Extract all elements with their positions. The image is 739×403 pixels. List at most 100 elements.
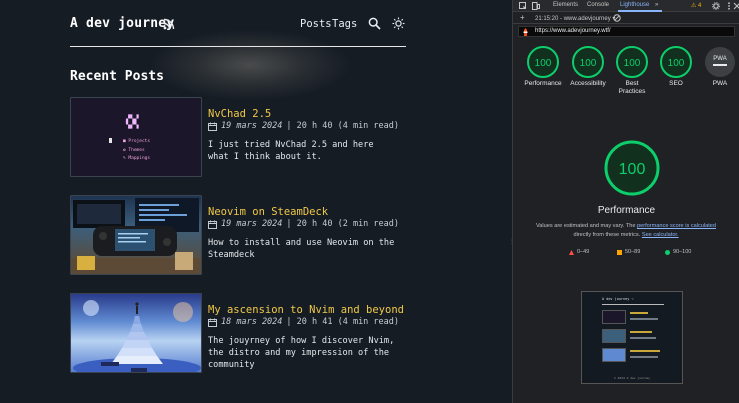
tab-lighthouse[interactable]: Lighthouse (620, 2, 649, 8)
post-description: How to install and use Neovim on the Ste… (208, 238, 395, 260)
nav-tags-link[interactable]: Tags (332, 18, 357, 30)
score-ring: 100 (572, 46, 604, 78)
mini-thumb (602, 310, 626, 324)
legend-fail: 0–49 (569, 249, 589, 255)
close-icon[interactable] (733, 2, 739, 10)
post-date: 19 mars 2024 (221, 121, 283, 131)
performance-score-large: 100 (619, 161, 646, 178)
tab-elements[interactable]: Elements (553, 2, 578, 8)
post-card[interactable]: ▞▚▞ ▚▞▚ ■ Projects ✿ Themes ✎ Mappings Nv… (70, 97, 510, 177)
score-calculation-link[interactable]: performance score is calculated (637, 223, 716, 229)
post-time-readtime: | 20 h 40 (2 min read) (286, 219, 400, 229)
nav-posts-link[interactable]: Posts (300, 18, 332, 30)
score-ring: 100 (616, 46, 648, 78)
score-ring: 100 (527, 46, 559, 78)
cursor-block (109, 138, 112, 143)
score-gauges: 100 Performance 100 Accessibility 100 Best Pr… (513, 44, 739, 104)
calendar-icon (208, 220, 217, 229)
tab-console[interactable]: Console (587, 2, 609, 8)
triangle-icon (569, 249, 574, 255)
thumb-menu-item: ✿ Themes (123, 147, 145, 153)
search-icon[interactable] (368, 17, 381, 30)
performance-heading: Performance (597, 205, 656, 216)
sun-icon[interactable] (392, 17, 405, 30)
score-value: 100 (535, 58, 552, 69)
thumb-menu-item: ✎ Mappings (123, 156, 151, 161)
post-title[interactable]: NvChad 2.5 (208, 108, 271, 120)
legend-label: 50–89 (625, 249, 641, 255)
mini-line (630, 331, 652, 333)
mini-thumb (602, 348, 626, 362)
report-selector[interactable]: 21:15:20 - www.adevjourney ▾ (535, 15, 615, 22)
warning-counter[interactable]: ⚠ 4 (691, 2, 701, 9)
post-card[interactable]: Neovim on SteamDeck 19 mars 2024 | 20 h … (70, 195, 510, 275)
header-glow (150, 30, 350, 100)
score-gauge[interactable]: 100 Performance (524, 44, 562, 87)
post-thumbnail[interactable] (70, 293, 202, 373)
thumb-menu-item: ■ Projects (123, 139, 151, 144)
kebab-menu-icon[interactable] (725, 2, 733, 10)
post-meta: 19 mars 2024 | 20 h 40 (2 min read) (208, 219, 399, 229)
post-meta: 18 mars 2024 | 20 h 41 (4 min read) (208, 317, 399, 327)
post-date: 18 mars 2024 (221, 317, 283, 327)
nvchad-logo: ▞▚▞ ▚▞▚ (126, 115, 139, 129)
calendar-icon (208, 318, 217, 327)
site-title[interactable]: A dev journey (70, 16, 174, 31)
gear-icon[interactable] (712, 2, 720, 10)
steamdeck-photo (71, 198, 201, 274)
mini-line (630, 356, 658, 358)
more-tabs-button[interactable]: » (655, 2, 658, 8)
post-time-readtime: | 20 h 41 (4 min read) (286, 317, 400, 327)
mini-divider (602, 304, 664, 305)
legend-label: 90–100 (673, 249, 692, 255)
post-thumbnail[interactable]: ▞▚▞ ▚▞▚ ■ Projects ✿ Themes ✎ Mappings (70, 97, 202, 177)
circle-icon (665, 249, 670, 255)
post-title[interactable]: Neovim on SteamDeck (208, 206, 328, 218)
mini-footer: © 2024 A dev journey (613, 376, 651, 380)
header-divider (70, 46, 406, 47)
score-gauge[interactable]: 100 SEO (658, 44, 694, 87)
section-title: Recent Posts (70, 69, 164, 84)
mini-thumb (602, 329, 626, 343)
post-meta: 19 mars 2024 | 20 h 40 (4 min read) (208, 121, 399, 131)
score-label: PWA (712, 80, 728, 87)
device-toolbar-icon[interactable] (532, 2, 540, 10)
note-text: Values are estimated and may vary. The (535, 223, 638, 229)
score-value: 100 (580, 58, 597, 69)
warning-count: 4 (698, 3, 702, 9)
score-legend: 0–49 50–89 90–100 (513, 248, 739, 258)
post-date: 19 mars 2024 (221, 219, 283, 229)
post-card[interactable]: My ascension to Nvim and beyond 18 mars … (70, 293, 510, 373)
report-url-bar: https://www.adevjourney.wtf/ (518, 26, 735, 37)
calculator-link[interactable]: See calculator. (642, 232, 679, 238)
blog-viewport: A dev journey Posts Tags Recent Posts ▞▚… (0, 0, 512, 403)
score-gauge[interactable]: PWA PWA (702, 44, 738, 87)
final-screenshot-thumbnail[interactable]: A dev journey ⌁ © 2024 A dev journey (581, 291, 683, 384)
mini-line (630, 318, 658, 320)
score-ring: 100 (660, 46, 692, 78)
thumb-menu: ■ Projects ✿ Themes ✎ Mappings (123, 138, 150, 164)
report-url: https://www.adevjourney.wtf/ (535, 28, 611, 34)
post-thumbnail[interactable] (70, 195, 202, 275)
square-icon (617, 249, 622, 255)
devtools-tabbar: Elements Console Lighthouse » ⚠ 4 (513, 0, 739, 12)
post-time-readtime: | 20 h 40 (4 min read) (286, 121, 400, 131)
mini-line (630, 350, 660, 352)
legend-average: 50–89 (617, 249, 640, 255)
inspect-icon[interactable] (519, 2, 527, 10)
post-title[interactable]: My ascension to Nvim and beyond (208, 304, 404, 316)
score-value: PWA (713, 56, 726, 62)
legend-pass: 90–100 (665, 249, 691, 255)
pwa-badge-icon: PWA (705, 47, 735, 77)
post-description: I just tried NvChad 2.5 and here what I … (208, 140, 374, 162)
legend-label: 0–49 (577, 249, 590, 255)
score-value: 100 (668, 58, 685, 69)
mini-line (630, 312, 648, 314)
score-gauge[interactable]: 100 Accessibility (570, 44, 606, 87)
performance-note: Values are estimated and may vary. The p… (531, 222, 721, 240)
performance-gauge-large: 100 (604, 140, 660, 196)
mini-site-title: A dev journey ⌁ (602, 297, 634, 301)
score-gauge[interactable]: 100 Best Practices (614, 44, 650, 95)
rss-icon[interactable] (163, 18, 175, 30)
new-report-button[interactable]: + (520, 13, 525, 22)
